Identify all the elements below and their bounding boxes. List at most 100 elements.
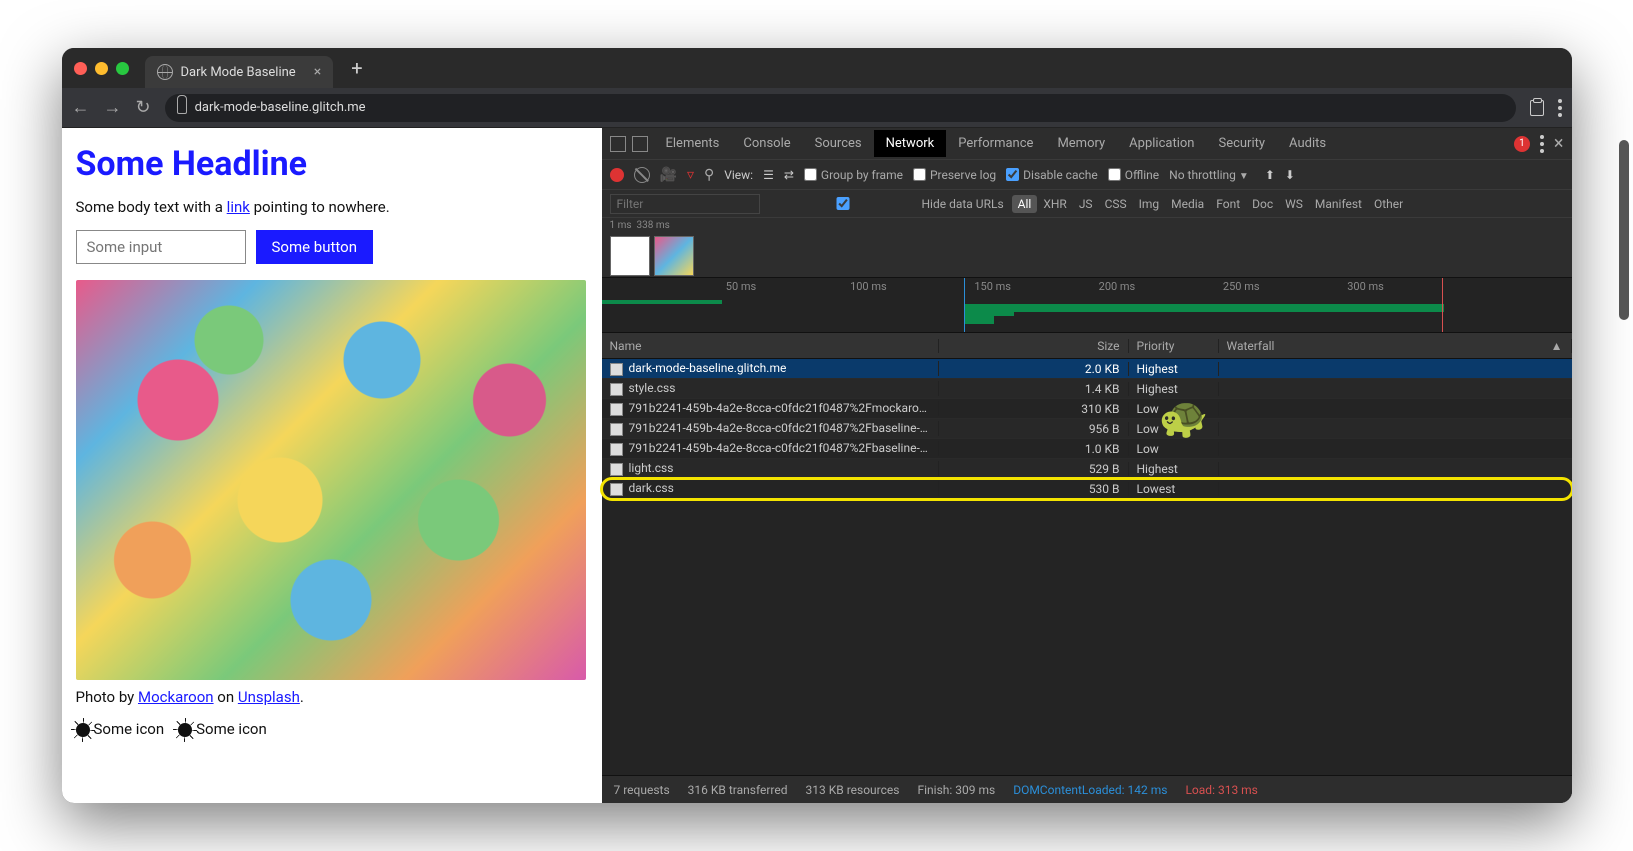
view-label: View: — [724, 168, 753, 182]
request-row[interactable]: style.css 1.4 KB Highest — [602, 379, 1572, 399]
filter-type-other[interactable]: Other — [1368, 195, 1409, 213]
devtools-tab-elements[interactable]: Elements — [654, 130, 732, 157]
group-by-frame-label: Group by frame — [821, 168, 903, 182]
credit-author-link[interactable]: Mockaroon — [138, 688, 214, 706]
filter-type-manifest[interactable]: Manifest — [1309, 195, 1368, 213]
timeline[interactable]: 50 ms100 ms150 ms200 ms250 ms300 ms — [602, 278, 1572, 333]
request-row[interactable]: dark.css 530 B Lowest — [602, 479, 1572, 499]
devtools-tab-audits[interactable]: Audits — [1277, 130, 1338, 157]
url-text: dark-mode-baseline.glitch.me — [195, 100, 366, 115]
timeline-tick: 50 ms — [726, 280, 756, 293]
devtools-tab-memory[interactable]: Memory — [1045, 130, 1117, 157]
hero-image — [76, 280, 586, 680]
request-row[interactable]: light.css 529 B Highest — [602, 459, 1572, 479]
inspect-icon[interactable] — [610, 136, 626, 152]
filter-type-media[interactable]: Media — [1165, 195, 1210, 213]
throttle-label: No throttling — [1169, 168, 1236, 182]
filter-type-css[interactable]: CSS — [1099, 195, 1133, 213]
col-waterfall[interactable]: Waterfall▲ — [1219, 339, 1572, 353]
devtools-menu-icon[interactable] — [1540, 135, 1544, 153]
devtools-tab-security[interactable]: Security — [1206, 130, 1277, 157]
devtools-tab-console[interactable]: Console — [731, 130, 802, 157]
group-by-frame-checkbox[interactable]: Group by frame — [804, 168, 903, 182]
new-tab-button[interactable]: + — [341, 56, 372, 80]
large-rows-icon[interactable]: ☰ — [763, 168, 774, 182]
col-priority[interactable]: Priority — [1129, 339, 1219, 353]
some-button[interactable]: Some button — [256, 230, 374, 264]
body-link[interactable]: link — [227, 198, 250, 216]
preserve-log-checkbox[interactable]: Preserve log — [913, 168, 996, 182]
filter-type-xhr[interactable]: XHR — [1037, 195, 1072, 213]
menu-icon[interactable] — [1558, 99, 1562, 117]
timeline-tick: 200 ms — [1099, 280, 1136, 293]
network-area: dark-mode-baseline.glitch.me 2.0 KB High… — [602, 359, 1572, 775]
record-button[interactable] — [610, 168, 624, 182]
overview-time: 1 ms — [610, 220, 632, 231]
disable-cache-checkbox[interactable]: Disable cache — [1006, 168, 1098, 182]
browser-tab[interactable]: Dark Mode Baseline × — [145, 56, 334, 88]
credit-prefix: Photo by — [76, 688, 138, 706]
offline-checkbox[interactable]: Offline — [1108, 168, 1159, 182]
status-dcl: DOMContentLoaded: 142 ms — [1013, 783, 1167, 797]
request-row[interactable]: 791b2241-459b-4a2e-8cca-c0fdc21f0487%2Fb… — [602, 439, 1572, 459]
filter-input[interactable] — [610, 194, 760, 214]
request-row[interactable]: 791b2241-459b-4a2e-8cca-c0fdc21f0487%2Fb… — [602, 419, 1572, 439]
window-controls — [74, 62, 129, 75]
filter-icon[interactable]: ▿ — [687, 167, 694, 183]
network-filterbar: Hide data URLs AllXHRJSCSSImgMediaFontDo… — [602, 190, 1572, 218]
browser-window: Dark Mode Baseline × + ← → ↻ dark-mode-b… — [62, 48, 1572, 803]
waterfall-view-icon[interactable]: ⇄ — [784, 168, 794, 182]
devtools-tab-sources[interactable]: Sources — [803, 130, 874, 157]
titlebar: Dark Mode Baseline × + — [62, 48, 1572, 88]
error-badge[interactable]: 1 — [1514, 136, 1530, 152]
network-overview[interactable]: 1 ms 338 ms — [602, 218, 1572, 278]
network-rows: dark-mode-baseline.glitch.me 2.0 KB High… — [602, 359, 1572, 499]
filter-type-img[interactable]: Img — [1133, 195, 1166, 213]
reload-button[interactable]: ↻ — [136, 97, 151, 118]
back-button[interactable]: ← — [72, 97, 90, 118]
page-content: Some Headline Some body text with a link… — [62, 128, 602, 803]
some-input[interactable] — [76, 230, 246, 264]
search-icon[interactable]: ⚲ — [704, 167, 714, 183]
clear-button[interactable] — [634, 167, 650, 183]
device-icon[interactable] — [632, 136, 648, 152]
timeline-tick: 150 ms — [974, 280, 1011, 293]
devtools-tab-application[interactable]: Application — [1117, 130, 1206, 157]
close-tab-icon[interactable]: × — [314, 64, 321, 80]
overview-thumb-2[interactable] — [654, 236, 694, 276]
request-row[interactable]: 791b2241-459b-4a2e-8cca-c0fdc21f0487%2Fm… — [602, 399, 1572, 419]
filter-type-all[interactable]: All — [1012, 195, 1038, 213]
clipboard-icon[interactable] — [1530, 100, 1544, 116]
filter-type-font[interactable]: Font — [1210, 195, 1246, 213]
hide-data-urls-checkbox[interactable]: Hide data URLs — [768, 197, 1004, 211]
devtools-tab-network[interactable]: Network — [874, 130, 947, 157]
export-icon[interactable]: ⬇ — [1285, 168, 1295, 182]
col-name[interactable]: Name — [602, 339, 939, 353]
filter-type-ws[interactable]: WS — [1279, 195, 1309, 213]
devtools: ElementsConsoleSourcesNetworkPerformance… — [602, 128, 1572, 803]
col-size[interactable]: Size — [939, 339, 1129, 353]
minimize-icon[interactable] — [95, 62, 108, 75]
photo-credit: Photo by Mockaroon on Unsplash. — [76, 688, 588, 706]
import-icon[interactable]: ⬆ — [1265, 168, 1275, 182]
close-icon[interactable] — [74, 62, 87, 75]
globe-icon — [157, 64, 173, 80]
screenshot-icon[interactable]: 🎥 — [660, 167, 677, 183]
error-count: 1 — [1519, 138, 1525, 149]
sun-icon-2: Some icon — [178, 720, 267, 738]
status-transferred: 316 KB transferred — [688, 783, 788, 797]
filter-type-doc[interactable]: Doc — [1246, 195, 1279, 213]
address-bar[interactable]: dark-mode-baseline.glitch.me — [165, 94, 1516, 122]
forward-button[interactable]: → — [104, 97, 122, 118]
throttle-select[interactable]: No throttling ▼ — [1169, 168, 1249, 182]
credit-site-link[interactable]: Unsplash — [238, 688, 300, 706]
devtools-tab-performance[interactable]: Performance — [946, 130, 1045, 157]
request-row[interactable]: dark-mode-baseline.glitch.me 2.0 KB High… — [602, 359, 1572, 379]
page-headline: Some Headline — [76, 144, 588, 184]
devtools-close-icon[interactable]: × — [1554, 133, 1564, 154]
status-load: Load: 313 ms — [1185, 783, 1257, 797]
maximize-icon[interactable] — [116, 62, 129, 75]
timeline-tick: 100 ms — [850, 280, 887, 293]
overview-thumb-1[interactable] — [610, 236, 650, 276]
filter-type-js[interactable]: JS — [1073, 195, 1099, 213]
